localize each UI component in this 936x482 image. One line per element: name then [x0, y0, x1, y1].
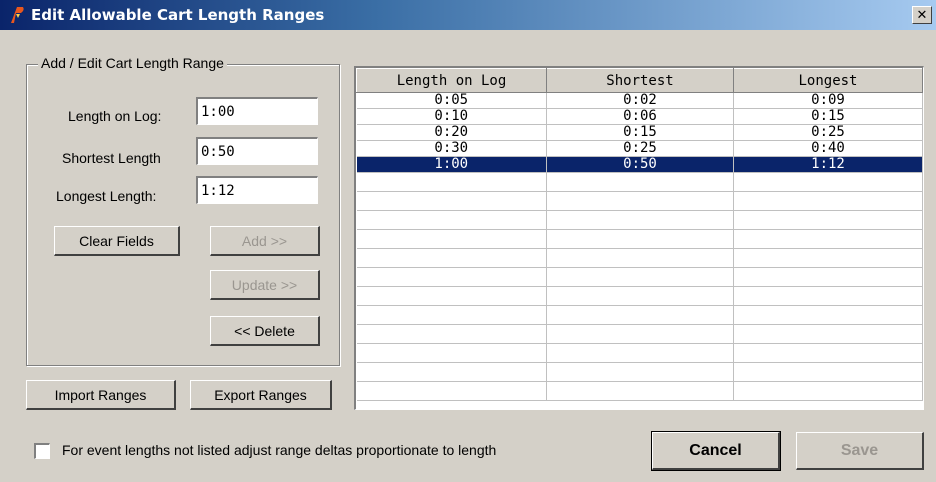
close-button[interactable]: ✕: [912, 6, 932, 24]
empty-row: [356, 229, 923, 249]
longest-length-input[interactable]: [196, 176, 318, 204]
import-ranges-button[interactable]: Import Ranges: [26, 380, 176, 410]
empty-row: [356, 210, 923, 230]
shortest-length-label: Shortest Length: [62, 150, 161, 166]
table-cell: 1:12: [733, 156, 923, 173]
longest-length-label: Longest Length:: [56, 188, 157, 204]
empty-row: [356, 362, 923, 382]
delete-button[interactable]: << Delete: [210, 316, 320, 346]
empty-row: [356, 267, 923, 287]
empty-row: [356, 248, 923, 268]
table-cell: 0:15: [733, 108, 923, 125]
table-row[interactable]: 0:05 0:02 0:09: [356, 92, 923, 109]
empty-row: [356, 324, 923, 344]
empty-row: [356, 381, 923, 401]
table-cell: 0:25: [546, 140, 734, 157]
empty-row: [356, 172, 923, 192]
table-cell: 0:10: [356, 108, 547, 125]
table-cell: 0:06: [546, 108, 734, 125]
shortest-length-input[interactable]: [196, 137, 318, 165]
table-cell: 0:05: [356, 92, 547, 109]
clear-fields-button[interactable]: Clear Fields: [54, 226, 180, 256]
table-cell: 1:00: [356, 156, 547, 173]
add-button[interactable]: Add >>: [210, 226, 320, 256]
table-row[interactable]: 0:20 0:15 0:25: [356, 124, 923, 141]
column-header[interactable]: Longest: [733, 68, 923, 93]
empty-row: [356, 286, 923, 306]
empty-row: [356, 343, 923, 363]
table-cell: 0:25: [733, 124, 923, 141]
close-icon: ✕: [916, 7, 928, 22]
save-button[interactable]: Save: [796, 432, 924, 470]
app-logo-icon: [6, 4, 28, 26]
proportionate-checkbox[interactable]: [34, 443, 50, 459]
table-cell: 0:15: [546, 124, 734, 141]
ranges-grid[interactable]: Length on Log Shortest Longest 0:05 0:02…: [354, 66, 924, 410]
length-on-log-input[interactable]: [196, 97, 318, 125]
table-cell: 0:20: [356, 124, 547, 141]
table-cell: 0:30: [356, 140, 547, 157]
title-bar: Edit Allowable Cart Length Ranges ✕: [0, 0, 936, 30]
export-ranges-button[interactable]: Export Ranges: [190, 380, 332, 410]
empty-row: [356, 305, 923, 325]
column-header[interactable]: Length on Log: [356, 68, 547, 93]
proportionate-checkbox-label[interactable]: For event lengths not listed adjust rang…: [62, 442, 496, 458]
window-title: Edit Allowable Cart Length Ranges: [31, 6, 325, 24]
empty-row: [356, 191, 923, 211]
grid-body: 0:05 0:02 0:09 0:10 0:06 0:15 0:20 0:15 …: [356, 92, 923, 401]
table-cell: 0:09: [733, 92, 923, 109]
table-row[interactable]: 1:00 0:50 1:12: [356, 156, 923, 173]
table-row[interactable]: 0:10 0:06 0:15: [356, 108, 923, 125]
update-button[interactable]: Update >>: [210, 270, 320, 300]
cancel-button[interactable]: Cancel: [651, 431, 781, 471]
length-on-log-label: Length on Log:: [68, 108, 162, 124]
column-header[interactable]: Shortest: [546, 68, 734, 93]
group-title: Add / Edit Cart Length Range: [38, 55, 227, 71]
table-cell: 0:40: [733, 140, 923, 157]
table-row[interactable]: 0:30 0:25 0:40: [356, 140, 923, 157]
table-cell: 0:50: [546, 156, 734, 173]
table-cell: 0:02: [546, 92, 734, 109]
